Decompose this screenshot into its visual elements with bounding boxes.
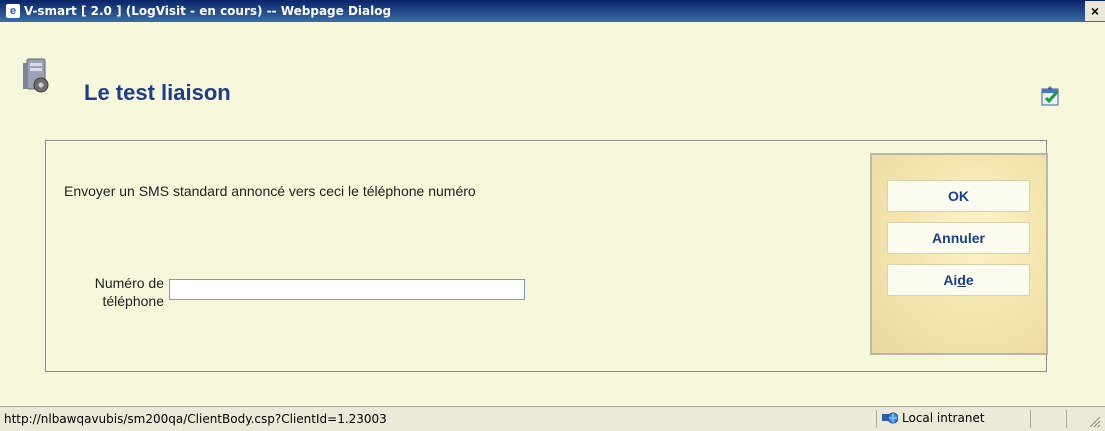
- phone-label: Numéro de téléphone: [74, 274, 164, 310]
- ie-page-icon: e: [6, 4, 20, 18]
- resize-grip-icon[interactable]: [1089, 416, 1101, 428]
- security-zone: Local intranet: [882, 411, 985, 425]
- page-title: Le test liaison: [84, 80, 231, 105]
- help-button[interactable]: Ai d e: [887, 264, 1030, 296]
- intranet-globe-icon: [882, 412, 898, 424]
- cancel-button[interactable]: Annuler: [887, 222, 1030, 254]
- phone-label-line2: téléphone: [102, 293, 164, 309]
- status-url: http://nlbawqavubis/sm200qa/ClientBody.c…: [4, 412, 387, 426]
- phone-number-input[interactable]: [169, 279, 525, 300]
- help-label-prefix: Ai: [943, 272, 958, 288]
- zone-label: Local intranet: [902, 411, 985, 425]
- status-divider: [876, 410, 877, 428]
- status-divider: [1030, 410, 1031, 428]
- description-text: Envoyer un SMS standard annoncé vers cec…: [64, 183, 476, 199]
- window-check-icon[interactable]: [1040, 85, 1064, 109]
- help-label-accel: d: [957, 272, 966, 288]
- window-title: V-smart [ 2.0 ] (LogVisit - en cours) --…: [24, 4, 392, 18]
- help-label-suffix: e: [965, 272, 974, 288]
- title-bar: e V-smart [ 2.0 ] (LogVisit - en cours) …: [0, 0, 1105, 22]
- phone-label-line1: Numéro de: [94, 275, 164, 291]
- status-bar: http://nlbawqavubis/sm200qa/ClientBody.c…: [0, 406, 1105, 431]
- server-gear-icon: [23, 58, 49, 93]
- close-button[interactable]: ×: [1085, 1, 1105, 21]
- status-divider: [1066, 410, 1067, 428]
- ok-button[interactable]: OK: [887, 180, 1030, 212]
